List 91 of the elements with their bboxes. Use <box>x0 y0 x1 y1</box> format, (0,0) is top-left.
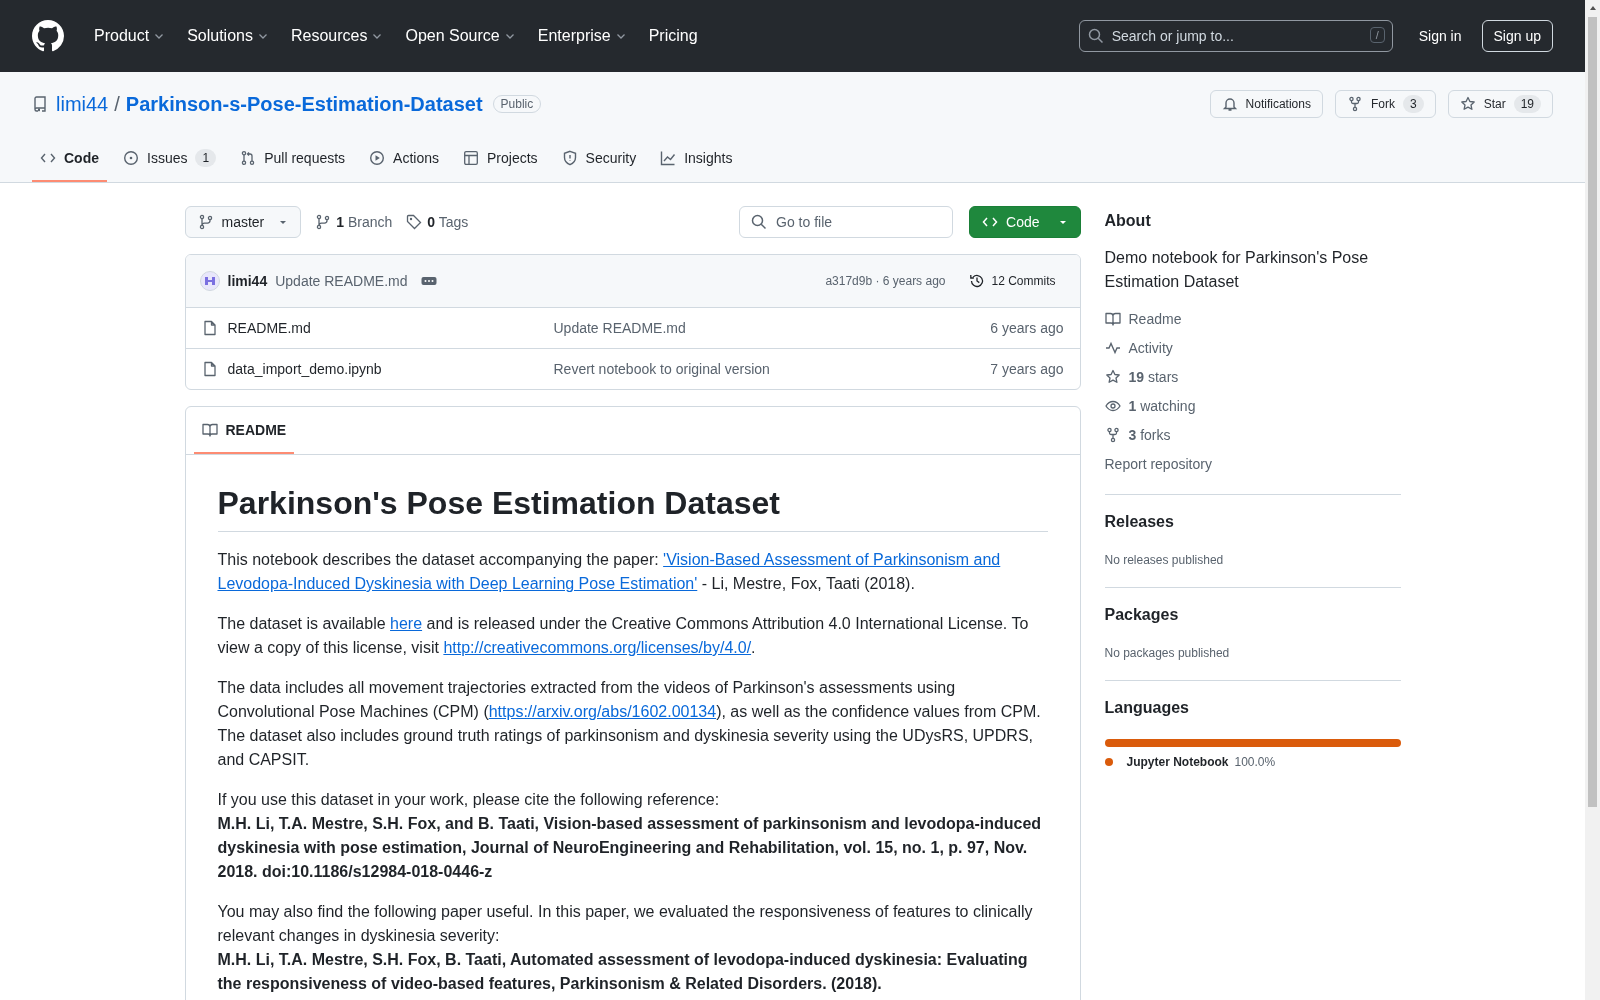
hyperlink[interactable]: Levodopa-Induced Dyskinesia with Deep Learning Pose Estimation' <box>217 575 698 592</box>
sidebar-link[interactable]: 19 stars <box>1104 366 1401 387</box>
scrollbar-thumb[interactable] <box>1588 17 1597 807</box>
go-to-file-field[interactable]: Go to file <box>739 206 954 238</box>
branch-selector[interactable]: master <box>184 206 302 238</box>
branch-icon <box>197 214 214 230</box>
repo-tab[interactable]: Pull requests <box>232 136 354 182</box>
readme-paragraph: You may also find the following paper useful. In this paper, we evaluated the responsiveness of features to clinically relevant changes in dyskinesia severity: M.H. Li, T.A. Mestre, S.H. Fox, B. Taati, Automated assessment of levodopa-induced dyskinesia: Evaluating the responsiveness of video-based features, Parkinsonism & Related Disorders. (2018). <box>217 902 1034 994</box>
readme-paragraph: This notebook describes the dataset accompanying the paper: 'Vision-Based Assessment of Parkinsonism and Levodopa-Induced Dyskinesia with Deep Learning Pose Estimation' - Li, Mestre, Fox, Taati (2018). <box>217 550 1002 594</box>
nav-menu-item[interactable]: Product <box>94 27 150 45</box>
hyperlink[interactable]: here <box>390 615 423 632</box>
commit-hash-age: a317d9b · 6 years ago <box>825 274 946 288</box>
scrollbar[interactable] <box>1585 0 1600 1000</box>
play-icon <box>369 150 386 166</box>
history-icon <box>969 273 986 289</box>
hyperlink[interactable]: http://creativecommons.org/licenses/by/4.0/ <box>443 639 752 656</box>
repo-tab[interactable]: Projects <box>455 136 546 182</box>
readme-heading: Parkinson's Pose Estimation Dataset <box>217 483 1048 532</box>
fork-icon <box>1104 426 1121 443</box>
sidebar-link[interactable]: Activity <box>1104 337 1401 358</box>
file-icon <box>201 320 218 336</box>
readme-tab[interactable]: README <box>193 407 295 454</box>
star-icon <box>1104 368 1121 385</box>
language-name[interactable]: Jupyter Notebook <box>1126 755 1229 769</box>
fork-icon <box>1346 96 1363 112</box>
branch-icon <box>315 214 332 230</box>
graph-icon <box>660 150 677 166</box>
nav-menu-item[interactable]: Solutions <box>187 27 253 45</box>
nav-menu-item[interactable]: Resources <box>290 27 368 45</box>
search-icon <box>1087 28 1104 44</box>
repo-owner-link[interactable]: limi44 <box>56 92 109 116</box>
repo-tab[interactable]: Security <box>553 136 645 182</box>
nav-menu-item[interactable]: Enterprise <box>537 27 611 45</box>
hyperlink[interactable]: 'Vision-Based Assessment of Parkinsonism and <box>663 551 1001 568</box>
book-icon <box>1104 310 1121 327</box>
releases-note: No releases published <box>1104 553 1225 567</box>
commit-message[interactable]: Update README.md <box>275 273 408 289</box>
sidebar-link[interactable]: 3 forks <box>1104 424 1401 445</box>
repo-tab[interactable]: Insights <box>652 136 741 182</box>
ellipsis-icon[interactable] <box>421 276 438 286</box>
path-separator: / <box>114 92 120 116</box>
report-link[interactable]: Report repository <box>1104 453 1401 474</box>
file-icon <box>201 361 218 377</box>
book-icon <box>201 421 218 438</box>
repo-tab[interactable]: Code <box>32 136 107 182</box>
repo-tab[interactable]: Issues 1 <box>115 136 225 182</box>
file-commit-message[interactable]: Revert notebook to original version <box>553 361 981 377</box>
file-age: 7 years ago <box>990 361 1064 377</box>
search-icon <box>751 214 768 230</box>
file-age: 6 years ago <box>990 320 1064 336</box>
pull-request-icon <box>240 150 257 166</box>
sign-up-button[interactable]: Sign up <box>1481 20 1553 52</box>
commit-author[interactable]: limi44 <box>227 273 268 289</box>
file-name-link[interactable]: README.md <box>227 320 544 336</box>
tags-link[interactable]: 0 Tags <box>406 214 469 230</box>
readme-paragraph: The dataset is available here and is released under the Creative Commons Attribution 4.0 International License. To view a copy of this license, visit http://creativecommons.org/licenses/by/4.0/. <box>217 614 1030 658</box>
issue-icon <box>123 150 139 166</box>
fork-button[interactable]: Fork 3 <box>1334 90 1436 118</box>
nav-menu-item[interactable]: Open Source <box>405 27 500 45</box>
bell-icon <box>1221 96 1238 112</box>
file-commit-message[interactable]: Update README.md <box>553 320 981 336</box>
tag-icon <box>406 214 423 230</box>
octocat-logo-icon[interactable] <box>32 20 64 52</box>
about-heading: About <box>1104 212 1152 230</box>
repo-icon <box>32 96 48 112</box>
sidebar-link[interactable]: 1 watching <box>1104 395 1401 416</box>
readme-paragraph: The data includes all movement trajectories extracted from the videos of Parkinson's assessments using Convolutional Pose Machines (CPM) (https://arxiv.org/abs/1602.00134), as well as the confidence values from CPM. The dataset also includes ground truth ratings of parkinsonism and dyskinesia severity using the UDysRS, UPDRS, and CAPSIT. <box>217 678 1042 770</box>
shield-icon <box>561 150 578 166</box>
code-button[interactable]: Code <box>969 206 1081 238</box>
commits-link[interactable]: 12 Commits <box>961 273 1064 289</box>
repo-name-link[interactable]: Parkinson-s-Pose-Estimation-Dataset <box>125 92 483 116</box>
file-name-link[interactable]: data_import_demo.ipynb <box>227 361 544 377</box>
nav-menu-item[interactable]: Pricing <box>648 27 698 45</box>
sidebar-link[interactable]: Readme <box>1104 308 1401 329</box>
star-button[interactable]: Star 19 <box>1447 90 1553 118</box>
readme-paragraph: If you use this dataset in your work, please cite the following reference: M.H. Li, T.A. Mestre, S.H. Fox, and B. Taati, Vision-based assessment of parkinsonism and levodopa-induced dyskinesia with pose estimation, Journal of NeuroEngineering and Rehabilitation, vol. 15, no. 1, p. 97, Nov. 2018. doi:10.1186/s12984-018-0446-z <box>217 790 1043 882</box>
branches-link[interactable]: 1 Branch <box>315 214 393 230</box>
languages-heading: Languages <box>1104 699 1190 717</box>
shortcut-key: / <box>1369 27 1385 43</box>
packages-note: No packages published <box>1104 646 1231 660</box>
packages-heading[interactable]: Packages <box>1104 606 1401 624</box>
repo-tab[interactable]: Actions <box>361 136 447 182</box>
language-percent: 100.0% <box>1234 755 1276 769</box>
star-icon <box>1459 96 1476 112</box>
notifications-button[interactable]: Notifications <box>1209 90 1323 118</box>
avatar-icon <box>199 271 220 291</box>
hyperlink[interactable]: https://arxiv.org/abs/1602.00134 <box>488 703 717 720</box>
repo-description: Demo notebook for Parkinson's Pose Estimation Dataset <box>1104 248 1370 292</box>
table-icon <box>463 150 479 166</box>
releases-heading[interactable]: Releases <box>1104 513 1401 531</box>
sign-in-link[interactable]: Sign in <box>1418 28 1462 44</box>
